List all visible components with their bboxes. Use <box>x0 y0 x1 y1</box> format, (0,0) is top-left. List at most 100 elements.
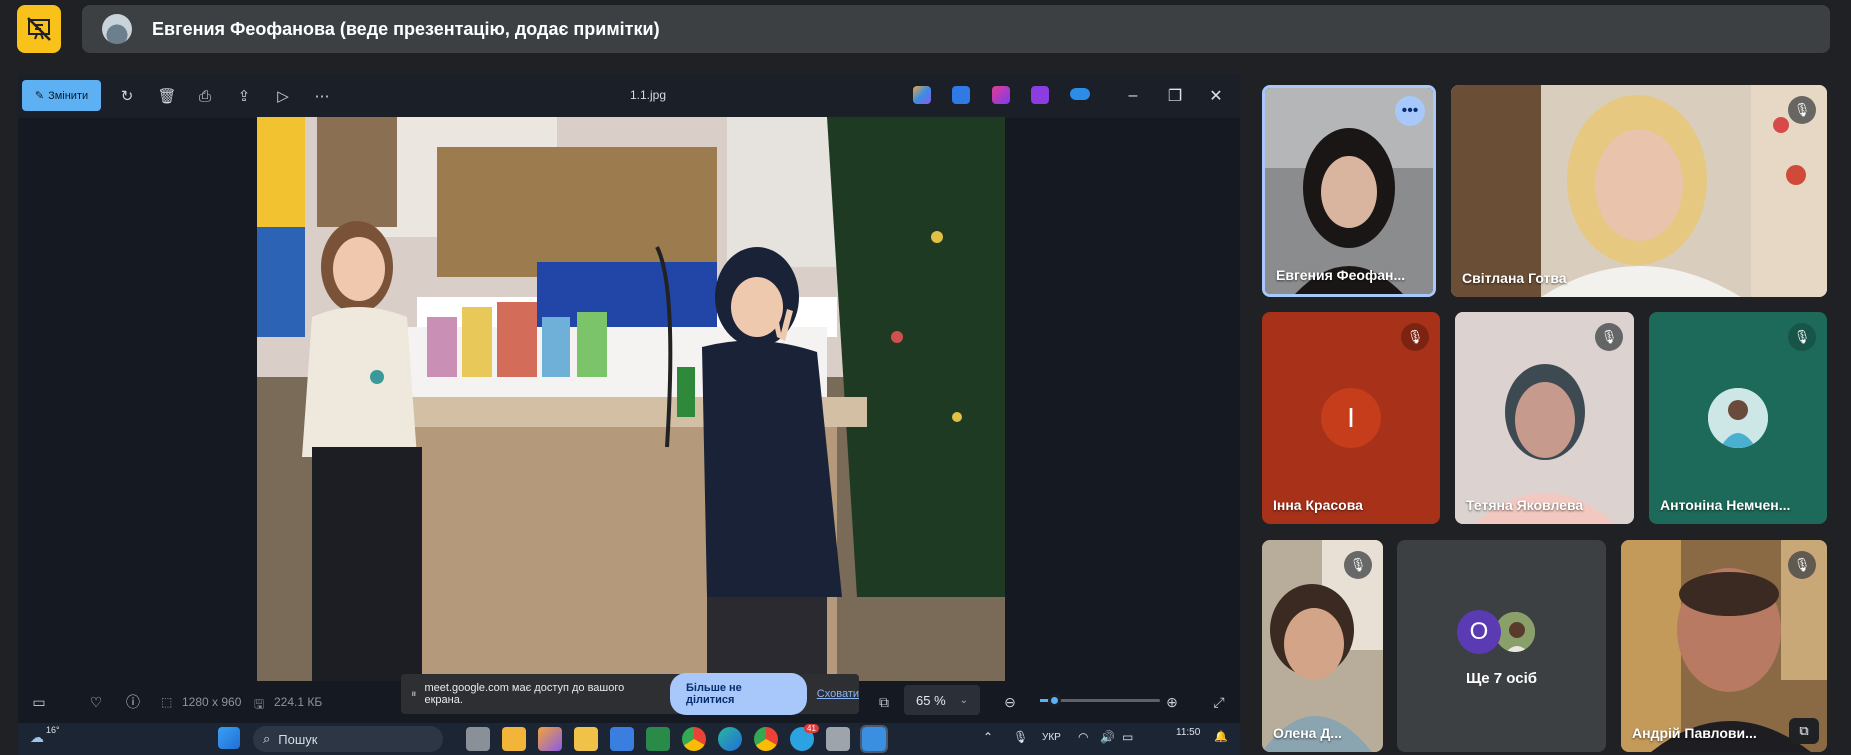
print-icon[interactable]: ⎙ <box>192 83 218 109</box>
zoom-slider-knob[interactable] <box>1048 694 1061 707</box>
participant-name: Світлана Готва <box>1462 270 1567 286</box>
mic-off-icon: 🎙 <box>1788 96 1816 124</box>
chevron-down-icon: ⌄ <box>959 694 969 706</box>
presentation-toggle-button[interactable] <box>17 5 61 53</box>
image-dimensions: 1280 x 960 <box>182 695 242 709</box>
participant-name: Антоніна Немчен... <box>1660 497 1791 513</box>
filmstrip-icon[interactable]: ▭ <box>28 692 50 712</box>
widgets-icon[interactable] <box>502 727 526 751</box>
participant-video <box>1451 85 1827 297</box>
photos-toolbar: ✎ Змінити ↻ 🗑 ⎙ ⇪ ▷ ⋯ 1.1.jpg – ❐ ✕ <box>18 74 1240 118</box>
mic-off-icon: 🎙 <box>1595 323 1623 351</box>
more-options-icon[interactable]: ••• <box>1395 96 1425 126</box>
copilot-icon[interactable] <box>913 86 931 104</box>
drag-handle-icon[interactable]: ⏸ <box>411 688 417 701</box>
weather-temp: 16° <box>46 725 60 735</box>
participant-tile[interactable]: 🎙 ⧉ Андрій Павлови... <box>1621 540 1827 752</box>
language-indicator[interactable]: УКР <box>1042 732 1061 743</box>
zoom-out-icon[interactable]: ⊖ <box>999 692 1021 712</box>
zoom-slider[interactable] <box>1040 694 1160 707</box>
battery-icon[interactable]: ▭ <box>1122 730 1133 744</box>
image-dimensions-icon: ⬚ <box>161 695 173 709</box>
participant-tile[interactable]: 🎙 Антоніна Немчен... <box>1649 312 1827 524</box>
chrome-icon[interactable] <box>682 727 706 751</box>
start-icon[interactable] <box>218 727 240 749</box>
photos-taskbar-icon[interactable] <box>860 725 888 753</box>
stop-sharing-button[interactable]: Більше не ділитися <box>669 673 807 715</box>
more-options-icon[interactable]: ⋯ <box>309 83 335 109</box>
task-view-icon[interactable] <box>466 727 490 751</box>
participant-tile[interactable]: 🎙 Світлана Готва <box>1451 85 1827 297</box>
avatar-image <box>1708 388 1768 448</box>
chevron-up-icon[interactable]: ⌃ <box>983 730 993 744</box>
picture-in-picture-icon[interactable]: ⧉ <box>1789 718 1819 744</box>
microphone-icon[interactable]: 🎙 <box>1013 730 1028 744</box>
designer-icon[interactable] <box>952 86 970 104</box>
actual-size-icon[interactable]: ⧉ <box>873 692 895 712</box>
others-label: Ще 7 осіб <box>1465 670 1538 687</box>
file-size-icon: 🖫 <box>254 697 265 711</box>
file-name: 1.1.jpg <box>629 88 667 102</box>
zoom-in-icon[interactable]: ⊕ <box>1161 692 1183 712</box>
notepad-icon[interactable] <box>826 727 850 751</box>
zoom-select[interactable]: 65 % ⌄ <box>904 685 980 715</box>
file-explorer-icon[interactable] <box>574 727 598 751</box>
spreadsheet-icon[interactable] <box>646 727 670 751</box>
presenter-avatar <box>102 14 132 44</box>
presentation-off-icon <box>27 17 51 41</box>
presenter-title: Евгения Феофанова (веде презентацію, дод… <box>152 18 660 39</box>
others-initial: О <box>1457 610 1501 654</box>
favorite-icon[interactable]: ♡ <box>85 692 107 712</box>
restore-icon[interactable]: ❐ <box>1160 83 1190 109</box>
telegram-badge: 41 <box>804 724 819 733</box>
close-icon[interactable]: ✕ <box>1201 83 1231 109</box>
edit-button[interactable]: ✎ Змінити <box>22 80 101 111</box>
share-banner-text: meet.google.com має доступ до вашого екр… <box>424 682 625 706</box>
delete-icon[interactable]: 🗑 <box>154 83 180 109</box>
others-tile[interactable]: О Ще 7 осіб <box>1397 540 1606 752</box>
edge-icon[interactable] <box>718 727 742 751</box>
mic-off-icon: 🎙 <box>1788 323 1816 351</box>
chrome-profile-icon[interactable] <box>754 727 778 751</box>
onedrive-icon[interactable] <box>1070 88 1090 100</box>
minimize-icon[interactable]: – <box>1118 83 1148 109</box>
share-icon[interactable]: ⇪ <box>231 83 257 109</box>
edit-icon: ✎ <box>34 90 45 102</box>
notifications-icon[interactable]: 🔔 <box>1214 730 1228 743</box>
hide-banner-link[interactable]: Сховати <box>817 688 859 700</box>
info-icon[interactable]: ⓘ <box>122 692 144 712</box>
participant-name: Евгения Феофан... <box>1276 267 1406 283</box>
participant-tile[interactable]: 🎙 Тетяна Яковлева <box>1455 312 1634 524</box>
zoom-value: 65 % <box>916 692 946 708</box>
participant-name: Тетяна Яковлева <box>1466 497 1584 513</box>
taskbar-search[interactable]: ⌕ Пошук <box>253 726 443 752</box>
participant-name: Інна Красова <box>1273 497 1363 513</box>
search-placeholder: Пошук <box>278 731 318 747</box>
paint-icon[interactable] <box>992 86 1010 104</box>
mic-off-icon: 🎙 <box>1788 551 1816 579</box>
participant-initial: І <box>1321 388 1381 448</box>
copilot-taskbar-icon[interactable] <box>538 727 562 751</box>
participant-tile[interactable]: 🎙 І Інна Красова <box>1262 312 1440 524</box>
mic-off-icon: 🎙 <box>1344 551 1372 579</box>
clock[interactable]: 11:50 <box>1176 727 1200 738</box>
volume-icon[interactable]: 🔊 <box>1100 730 1115 744</box>
participant-tile[interactable]: ••• Евгения Феофан... <box>1262 85 1436 297</box>
weather-icon[interactable]: ☁ <box>30 729 44 746</box>
participant-avatar <box>1708 388 1768 448</box>
participant-name: Андрій Павлови... <box>1632 725 1757 741</box>
fullscreen-icon[interactable]: ⤢ <box>1208 692 1230 712</box>
search-icon: ⌕ <box>263 731 271 746</box>
participant-tile[interactable]: 🎙 Олена Д... <box>1262 540 1383 752</box>
edit-label: Змінити <box>48 89 89 102</box>
rotate-icon[interactable]: ↻ <box>114 83 140 109</box>
slideshow-icon[interactable]: ▷ <box>270 83 296 109</box>
wifi-icon[interactable]: ◠ <box>1078 730 1088 744</box>
clipchamp-icon[interactable] <box>1031 86 1049 104</box>
store-icon[interactable] <box>610 727 634 751</box>
photos-app-window: ✎ Змінити ↻ 🗑 ⎙ ⇪ ▷ ⋯ 1.1.jpg – ❐ ✕ ▭ ♡ … <box>18 74 1240 755</box>
windows-taskbar: ☁ 16° ⌕ Пошук 41 ⌃ 🎙 УКР ◠ 🔊 ▭ 11:50 🔔 <box>18 723 1240 755</box>
shared-photo <box>257 117 1005 681</box>
presenter-banner: Евгения Феофанова (веде презентацію, дод… <box>82 5 1830 53</box>
mic-off-icon: 🎙 <box>1401 323 1429 351</box>
